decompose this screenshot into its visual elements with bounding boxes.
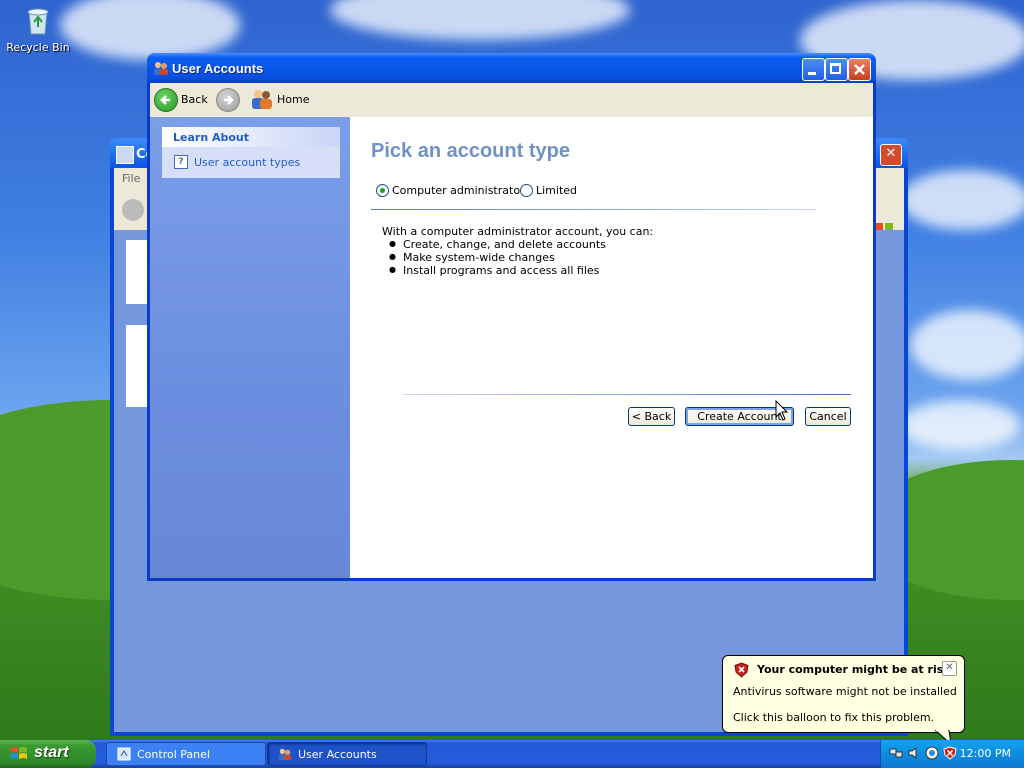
start-button[interactable]: start <box>0 740 96 768</box>
radio-label[interactable]: Computer administrator <box>392 184 525 197</box>
control-panel-icon <box>117 747 131 761</box>
security-shield-icon[interactable] <box>943 746 957 760</box>
divider <box>371 209 816 210</box>
radio-button[interactable] <box>520 184 533 197</box>
help-icon: ? <box>174 155 188 169</box>
recycle-bin-icon <box>27 8 49 35</box>
learn-about-header: Learn About <box>162 127 340 147</box>
close-icon[interactable]: ✕ <box>942 661 957 676</box>
volume-icon[interactable] <box>907 746 921 760</box>
divider <box>403 394 851 395</box>
left-task-pane: Learn About ? User account types <box>150 117 350 578</box>
control-panel-icon <box>116 146 134 164</box>
learn-about-item-label[interactable]: User account types <box>194 156 300 169</box>
learn-about-box: Learn About ? User account types <box>162 127 340 178</box>
recycle-bin-shortcut[interactable]: Recycle Bin <box>6 4 70 54</box>
user-accounts-icon <box>154 62 168 75</box>
window-client-area: Learn About ? User account types Pick an… <box>150 117 873 578</box>
maximize-button[interactable] <box>825 58 848 81</box>
start-label[interactable]: start <box>34 744 69 762</box>
taskbar-button-control-panel[interactable]: Control Panel <box>106 742 266 766</box>
back-arrow-icon <box>160 95 170 105</box>
user-accounts-icon <box>278 748 292 761</box>
minimize-icon <box>808 72 816 75</box>
taskbar-button-label[interactable]: User Accounts <box>298 748 377 761</box>
home-label[interactable]: Home <box>277 93 309 106</box>
balloon-message: Antivirus software might not be installe… <box>733 685 957 698</box>
user-accounts-window[interactable]: User Accounts Back Home Learn About ? Us… <box>147 53 876 581</box>
learn-about-title: Learn About <box>173 131 250 144</box>
window-toolbar: Back Home <box>150 83 873 117</box>
recycle-bin-label: Recycle Bin <box>6 41 70 54</box>
cloud <box>900 400 1020 450</box>
bullet-item: Create, change, and delete accounts <box>389 238 606 251</box>
clock[interactable]: 12:00 PM <box>960 747 1011 760</box>
close-icon[interactable]: ✕ <box>880 144 902 166</box>
forward-button[interactable] <box>216 88 240 112</box>
menu-file[interactable]: File <box>122 172 140 185</box>
back-button[interactable]: < Back <box>628 407 675 426</box>
bullet-item: Make system-wide changes <box>389 251 555 264</box>
taskbar: start Control Panel User Accounts 12:00 … <box>0 740 1024 768</box>
page-title: Pick an account type <box>371 140 570 162</box>
cloud <box>60 0 240 60</box>
windows-logo-icon <box>11 747 27 759</box>
security-balloon[interactable]: Your computer might be at risk ✕ Antivir… <box>722 655 965 733</box>
window-title: User Accounts <box>172 61 264 76</box>
radio-label[interactable]: Limited <box>536 184 577 197</box>
window-titlebar[interactable]: User Accounts <box>147 53 876 83</box>
system-tray: 12:00 PM <box>880 740 1024 768</box>
cloud <box>910 310 1024 380</box>
description-text: With a computer administrator account, y… <box>382 225 654 238</box>
update-icon[interactable] <box>925 746 939 760</box>
taskbar-button-label[interactable]: Control Panel <box>137 748 210 761</box>
close-button[interactable] <box>848 58 871 81</box>
maximize-icon <box>830 63 841 74</box>
bullet-item: Install programs and access all files <box>389 264 599 277</box>
network-icon[interactable] <box>889 746 903 760</box>
cloud <box>900 170 1024 230</box>
radio-button-selected[interactable] <box>376 184 389 197</box>
balloon-title: Your computer might be at risk <box>757 663 951 676</box>
balloon-message: Click this balloon to fix this problem. <box>733 711 935 724</box>
forward-arrow-icon <box>224 95 234 105</box>
back-label[interactable]: Back <box>181 93 208 106</box>
back-button[interactable] <box>154 88 178 112</box>
cloud <box>330 0 630 40</box>
security-shield-icon <box>734 662 749 678</box>
close-icon <box>854 64 865 75</box>
taskbar-button-user-accounts[interactable]: User Accounts <box>267 742 427 766</box>
back-arrow-icon[interactable] <box>122 199 144 221</box>
minimize-button[interactable] <box>802 58 825 81</box>
cancel-button[interactable]: Cancel <box>805 407 851 426</box>
mouse-cursor-icon <box>775 400 789 421</box>
home-icon[interactable] <box>250 87 274 111</box>
